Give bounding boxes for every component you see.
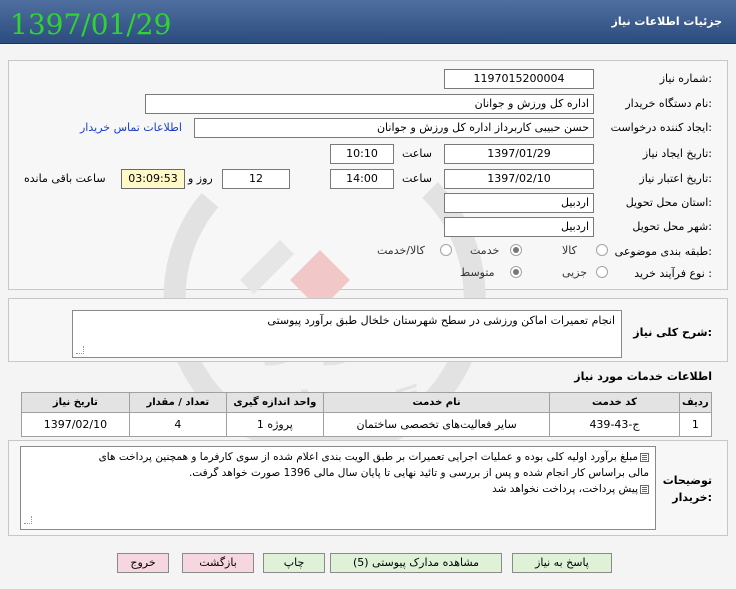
exit-button[interactable]: خروج (117, 553, 169, 573)
summary-resize-grip-icon[interactable] (76, 346, 84, 354)
process-label: نوع فرآیند خرید : (634, 267, 712, 280)
category-radio-goods-service[interactable] (440, 244, 452, 256)
cell-unit: 1 پروژه (225, 412, 324, 437)
col-code: کد خدمت (549, 392, 680, 413)
buyer-contact-link[interactable]: اطلاعات تماس خریدار (80, 121, 182, 134)
process-option-minor: جزیی (562, 266, 588, 279)
summary-text: انجام تعمیرات اماکن ورزشی در سطح شهرستان… (267, 314, 615, 327)
process-radio-medium[interactable] (510, 266, 522, 278)
notes-line-2: مالی براساس کار انجام شده و پس از بررسی … (188, 467, 649, 479)
note-icon (640, 484, 649, 494)
requester-field: حسن حبیبی کاربرداز اداره کل ورزش و جوانا… (194, 118, 594, 138)
city-field: اردبیل (444, 217, 594, 237)
buyer-org-label: نام دستگاه خریدار: (625, 97, 712, 110)
category-label: طبقه بندی موضوعی: (614, 245, 712, 258)
print-button[interactable]: چاپ (263, 553, 325, 573)
attachments-button[interactable]: مشاهده مدارک پیوستی (5) (330, 553, 502, 573)
notes-textarea: مبلغ برآورد اولیه کلی بوده و عملیات اجرا… (20, 446, 656, 530)
notes-line-3: پیش پرداخت، پرداخت نخواهد شد (27, 481, 649, 497)
back-button[interactable]: بازگشت (182, 553, 254, 573)
created-date-field: 1397/01/29 (444, 144, 594, 164)
summary-label: شرح کلی نیاز: (633, 326, 712, 339)
notes-resize-grip-icon[interactable] (24, 516, 32, 524)
buyer-org-field: اداره کل ورزش و جوانان (145, 94, 594, 114)
city-label: شهر محل تحویل: (632, 220, 712, 233)
requester-label: ایجاد کننده درخواست: (610, 121, 712, 134)
days-label: روز و (188, 172, 213, 185)
remaining-time-field: 03:09:53 (121, 169, 185, 189)
notes-label-line2: خریدار: (672, 491, 712, 504)
category-option-goods-service: کالا/خدمت (377, 244, 425, 257)
table-row: 1397/02/10 4 1 پروژه سایر فعالیت‌های تخص… (21, 412, 713, 437)
cell-code: ج-43-439 (549, 412, 680, 437)
cell-row: 1 (678, 412, 713, 437)
valid-time-label: ساعت (402, 172, 432, 185)
reply-button[interactable]: پاسخ به نیاز (512, 553, 612, 573)
cell-date: 1397/02/10 (21, 412, 130, 437)
cell-name: سایر فعالیت‌های تخصصی ساختمان (322, 412, 551, 437)
col-unit: واحد اندازه گیری (225, 392, 324, 413)
col-qty: تعداد / مقدار (128, 392, 227, 413)
province-field: اردبیل (444, 193, 594, 213)
summary-textarea: انجام تعمیرات اماکن ورزشی در سطح شهرستان… (72, 310, 622, 358)
created-date-label: تاریخ ایجاد نیاز: (642, 147, 712, 160)
notes-line-1: مبلغ برآورد اولیه کلی بوده و عملیات اجرا… (27, 449, 649, 465)
valid-date-label: تاریخ اعتبار نیاز: (639, 172, 712, 185)
category-radio-service[interactable] (510, 244, 522, 256)
page-title: جزئیات اطلاعات نیاز (611, 15, 723, 28)
created-time-label: ساعت (402, 147, 432, 160)
services-table: تاریخ نیاز تعداد / مقدار واحد اندازه گیر… (21, 392, 713, 437)
process-radio-minor[interactable] (596, 266, 608, 278)
services-title: اطلاعات خدمات مورد نیاز (574, 370, 712, 383)
days-remaining-field: 12 (222, 169, 290, 189)
category-option-service: خدمت (470, 244, 500, 257)
notes-label-line1: توضیحات (662, 474, 712, 487)
need-number-field: 1197015200004 (444, 69, 594, 89)
cell-qty: 4 (128, 412, 227, 437)
valid-date-field: 1397/02/10 (444, 169, 594, 189)
remaining-time-label: ساعت باقی مانده (24, 172, 106, 185)
category-option-goods: کالا (562, 244, 577, 257)
header-date: 1397/01/29 (10, 8, 172, 41)
province-label: استان محل تحویل: (625, 196, 712, 209)
col-date: تاریخ نیاز (21, 392, 130, 413)
col-row: ردیف (678, 392, 713, 413)
created-time-field: 10:10 (330, 144, 394, 164)
need-number-label: شماره نیاز: (659, 72, 712, 85)
note-icon (640, 452, 649, 462)
category-radio-goods[interactable] (596, 244, 608, 256)
col-name: نام خدمت (322, 392, 551, 413)
valid-time-field: 14:00 (330, 169, 394, 189)
process-option-medium: متوسط (460, 266, 495, 279)
